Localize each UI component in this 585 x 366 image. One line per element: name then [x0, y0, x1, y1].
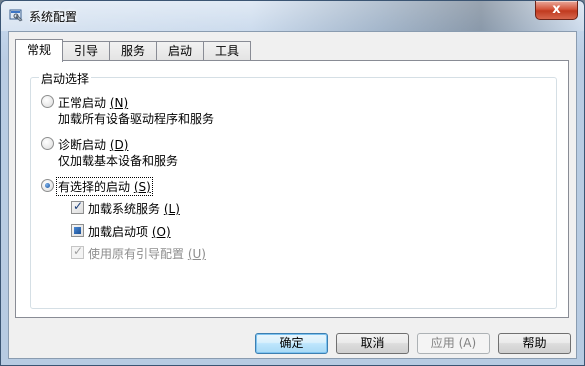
startup-selection-group: 启动选择 正常启动 (N) 加载所有设备驱动程序和服务 诊断启动 (D) 仅加载… — [30, 70, 557, 309]
checkbox-label: 加载系统服务 (L) — [88, 200, 180, 217]
checkbox[interactable] — [71, 224, 84, 237]
close-button[interactable]: x — [535, 1, 578, 20]
accelerator-key: (U) — [187, 247, 206, 261]
help-button[interactable]: 帮助 — [498, 333, 571, 354]
tab-boot[interactable]: 引导 — [62, 41, 110, 61]
msconfig-icon — [9, 9, 23, 22]
checkbox-label-text: 加载启动项 — [88, 225, 152, 239]
accelerator-key: (L) — [163, 202, 180, 216]
radio-label: 有选择的启动 (S) — [56, 177, 153, 196]
checkbox-label: 使用原有引导配置 (U) — [88, 245, 206, 262]
ok-button[interactable]: 确定 — [255, 333, 328, 354]
group-title: 启动选择 — [39, 70, 92, 87]
radio-button[interactable] — [41, 137, 54, 150]
radio-button[interactable] — [41, 179, 54, 192]
checkbox-label-text: 加载系统服务 — [88, 202, 164, 216]
general-tab-panel: 启动选择 正常启动 (N) 加载所有设备驱动程序和服务 诊断启动 (D) 仅加载… — [15, 60, 569, 318]
radio-label-text: 有选择的启动 — [58, 180, 134, 194]
radio-label: 正常启动 (N) — [58, 94, 128, 111]
radio-description: 仅加载基本设备和服务 — [58, 154, 179, 168]
checkbox — [71, 244, 84, 259]
radio-label-text: 正常启动 — [58, 96, 110, 110]
title-bar[interactable]: 系统配置 x — [1, 1, 584, 31]
tab-services[interactable]: 服务 — [109, 41, 157, 61]
checkbox-label-text: 使用原有引导配置 — [88, 247, 188, 261]
window-title: 系统配置 — [29, 10, 78, 24]
system-configuration-window: 系统配置 x 常规 引导 服务 启动 工具 启动选择 正常启动 (N) 加载所有… — [0, 0, 585, 366]
radio-description: 加载所有设备驱动程序和服务 — [58, 112, 215, 126]
checkbox-label: 加载启动项 (O) — [88, 223, 171, 240]
accelerator-key: (O) — [151, 225, 171, 239]
checkbox[interactable] — [71, 199, 84, 214]
dialog-client-area: 常规 引导 服务 启动 工具 启动选择 正常启动 (N) 加载所有设备驱动程序和… — [8, 31, 577, 359]
radio-label-text: 诊断启动 — [58, 138, 110, 152]
close-icon: x — [552, 2, 561, 17]
radio-label: 诊断启动 (D) — [58, 136, 128, 153]
apply-button: 应用 (A) — [417, 333, 490, 354]
accelerator-key: (S) — [133, 180, 151, 194]
tab-general[interactable]: 常规 — [15, 39, 63, 62]
tab-startup[interactable]: 启动 — [156, 41, 204, 61]
accelerator-key: (N) — [109, 96, 129, 110]
tab-tools[interactable]: 工具 — [203, 41, 251, 61]
accelerator-key: (D) — [109, 138, 129, 152]
radio-button[interactable] — [41, 95, 54, 108]
cancel-button[interactable]: 取消 — [336, 333, 409, 354]
